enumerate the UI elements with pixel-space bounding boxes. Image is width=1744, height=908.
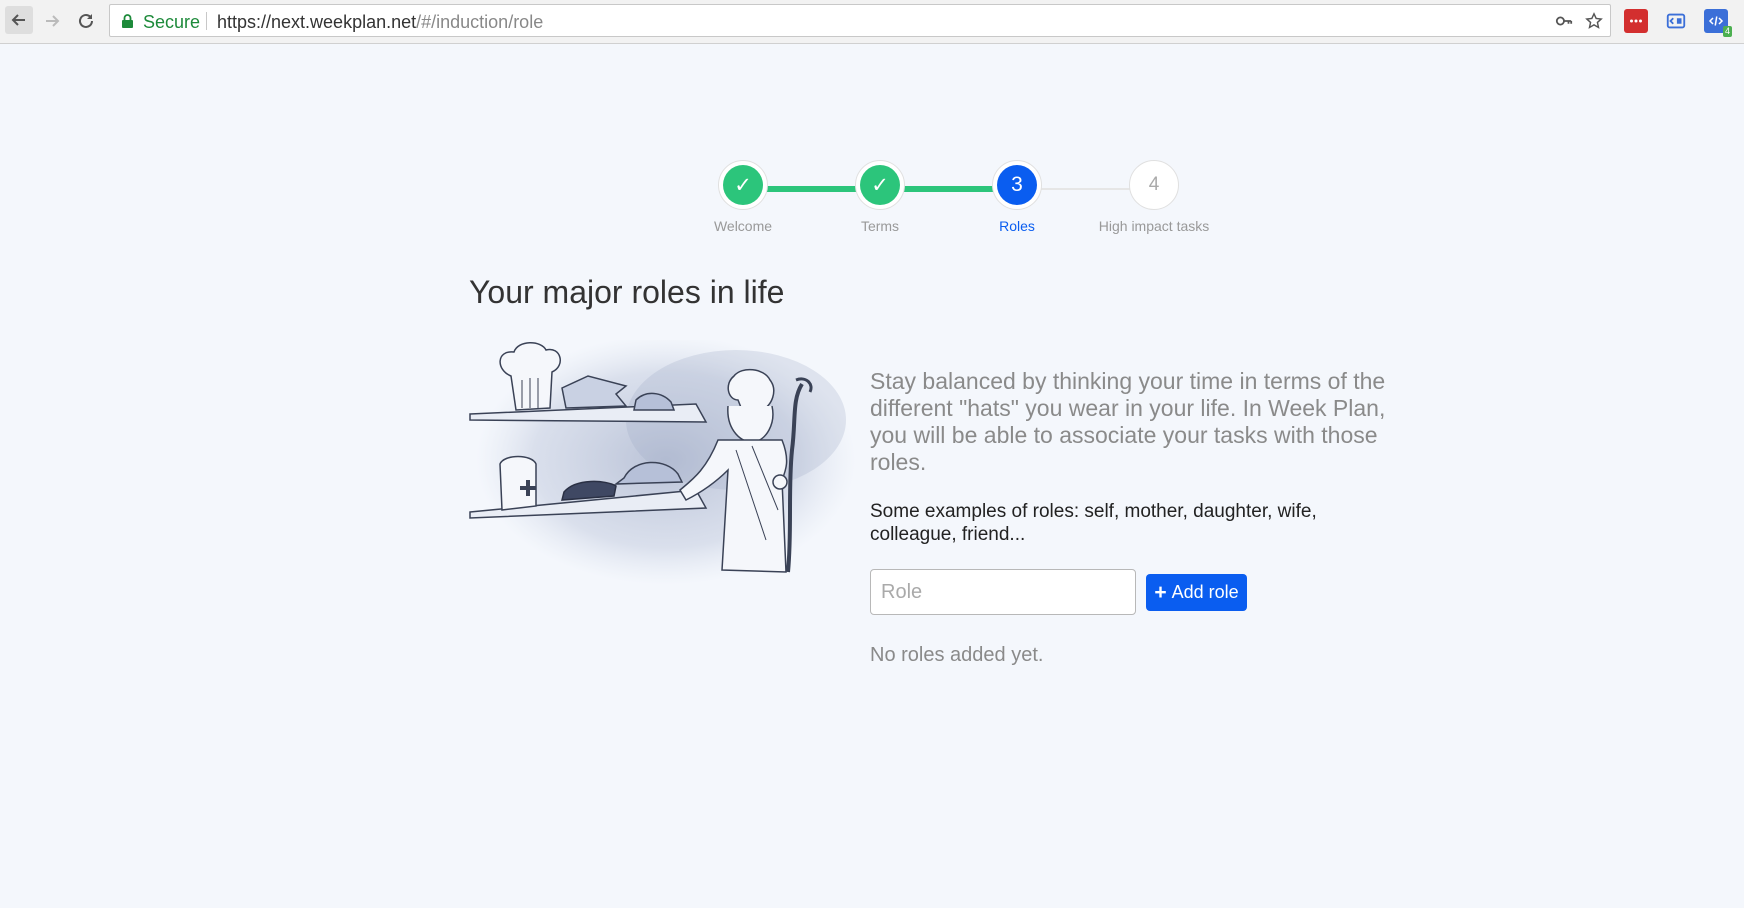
check-icon: ✓ bbox=[860, 165, 900, 205]
check-icon: ✓ bbox=[723, 165, 763, 205]
url-path: /#/induction/role bbox=[416, 12, 544, 32]
browser-toolbar: Secure https://next.weekplan.net/#/induc… bbox=[0, 0, 1744, 44]
empty-roles-message: No roles added yet. bbox=[870, 644, 1044, 666]
plus-icon: + bbox=[1154, 580, 1167, 604]
step-label: Welcome bbox=[713, 218, 773, 234]
url-text: https://next.weekplan.net/#/induction/ro… bbox=[217, 12, 543, 33]
step-ring: 3 bbox=[992, 160, 1042, 210]
step-high-impact-tasks: 4 High impact tasks bbox=[1099, 160, 1209, 234]
step-ring: 4 bbox=[1129, 160, 1179, 210]
bookmark-star-icon[interactable] bbox=[1584, 11, 1604, 31]
back-button[interactable] bbox=[5, 6, 33, 34]
step-terms: ✓ Terms bbox=[851, 160, 909, 234]
key-icon[interactable] bbox=[1554, 11, 1574, 31]
forward-button[interactable] bbox=[40, 9, 64, 33]
forward-arrow-icon bbox=[46, 15, 60, 27]
roles-description: Stay balanced by thinking your time in t… bbox=[870, 368, 1386, 475]
back-arrow-icon bbox=[11, 14, 25, 26]
code-extension-icon[interactable]: 4 bbox=[1704, 9, 1732, 37]
add-role-label: Add role bbox=[1171, 582, 1239, 602]
step-label: Roles bbox=[999, 218, 1035, 234]
extension-icon[interactable] bbox=[1664, 9, 1688, 33]
step-number: 3 bbox=[997, 165, 1037, 205]
step-roles: 3 Roles bbox=[988, 160, 1046, 234]
secure-label: Secure bbox=[143, 12, 201, 32]
step-label: High impact tasks bbox=[1098, 218, 1210, 234]
step-welcome: ✓ Welcome bbox=[714, 160, 772, 234]
lastpass-extension-icon[interactable] bbox=[1624, 9, 1648, 33]
step-number: 4 bbox=[1134, 165, 1174, 205]
step-ring: ✓ bbox=[718, 160, 768, 210]
step-label: Terms bbox=[860, 218, 900, 234]
divider bbox=[206, 12, 207, 30]
role-input[interactable] bbox=[870, 569, 1136, 615]
reload-icon bbox=[79, 13, 93, 28]
extension-badge: 4 bbox=[1722, 26, 1732, 37]
url-host: https://next.weekplan.net bbox=[217, 12, 417, 32]
address-bar[interactable]: Secure https://next.weekplan.net/#/induc… bbox=[109, 4, 1611, 37]
roles-hats-illustration bbox=[469, 340, 856, 585]
step-ring: ✓ bbox=[855, 160, 905, 210]
roles-examples: Some examples of roles: self, mother, da… bbox=[870, 501, 1317, 545]
reload-button[interactable] bbox=[74, 9, 98, 33]
add-role-button[interactable]: + Add role bbox=[1146, 574, 1247, 611]
progress-stepper: ✓ Welcome ✓ Terms 3 Roles 4 High impact … bbox=[700, 160, 1220, 240]
page-title: Your major roles in life bbox=[469, 274, 785, 310]
lock-icon bbox=[122, 14, 133, 28]
